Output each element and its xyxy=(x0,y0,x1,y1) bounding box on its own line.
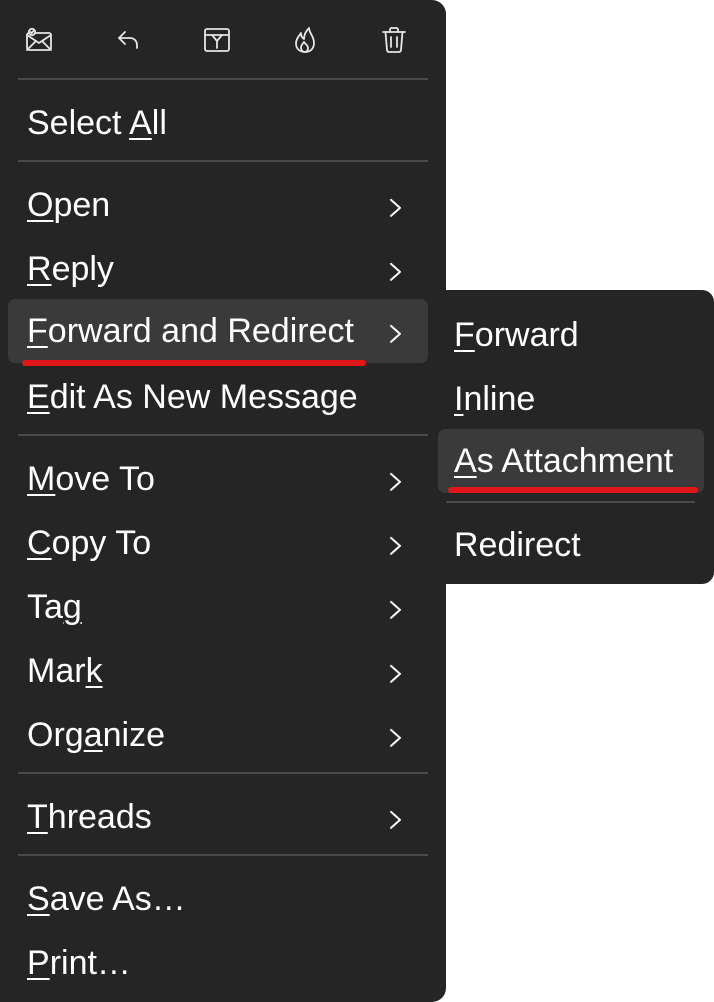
chevron-right-icon xyxy=(388,726,404,750)
submenu-item-forward[interactable]: Forward xyxy=(438,304,704,366)
menu-item-reply[interactable]: Reply xyxy=(8,239,428,299)
annotation-underline xyxy=(22,360,366,366)
archive-icon[interactable] xyxy=(199,22,235,58)
submenu-item-inline[interactable]: Inline xyxy=(438,368,704,430)
menu-item-edit-as-new-message[interactable]: Edit As New Message xyxy=(8,367,428,427)
menu-item-label: Reply xyxy=(27,249,114,288)
annotation-underline xyxy=(448,487,698,493)
menu-item-organize[interactable]: Organize xyxy=(8,705,428,765)
menu-item-copy-to[interactable]: Copy To xyxy=(8,513,428,573)
menu-separator xyxy=(18,160,428,162)
chevron-right-icon xyxy=(388,662,404,686)
menu-item-label: Forward and Redirect xyxy=(27,311,354,350)
menu-item-save-as[interactable]: Save As… xyxy=(8,869,428,929)
chevron-right-icon xyxy=(388,470,404,494)
menu-item-label: Mark xyxy=(27,651,103,690)
chevron-right-icon xyxy=(388,260,404,284)
chevron-right-icon xyxy=(388,598,404,622)
menu-item-label: Threads xyxy=(27,797,152,836)
menu-item-tag[interactable]: Tag xyxy=(8,577,428,637)
chevron-right-icon xyxy=(388,808,404,832)
menu-item-label: Print… xyxy=(27,943,131,982)
submenu-item-redirect[interactable]: Redirect xyxy=(438,514,704,576)
menu-item-label: Save As… xyxy=(27,879,186,918)
chevron-right-icon xyxy=(388,534,404,558)
menu-item-label: Open xyxy=(27,185,111,224)
menu-item-label: Organize xyxy=(27,715,165,754)
menu-separator xyxy=(18,772,428,774)
menu-item-label: Tag xyxy=(27,587,82,626)
menu-item-label: Move To xyxy=(27,459,155,498)
quick-action-toolbar xyxy=(0,0,446,80)
menu-separator xyxy=(18,854,428,856)
menu-item-label: Copy To xyxy=(27,523,152,562)
menu-item-open[interactable]: Open xyxy=(8,175,428,235)
junk-flame-icon[interactable] xyxy=(287,22,323,58)
menu-item-mark[interactable]: Mark xyxy=(8,641,428,701)
forward-submenu: Forward Inline As Attachment Redirect xyxy=(428,290,714,584)
chevron-right-icon xyxy=(388,322,404,346)
menu-item-move-to[interactable]: Move To xyxy=(8,449,428,509)
context-menu: Select All Open Reply Forward and Redire… xyxy=(0,0,446,1002)
chevron-right-icon xyxy=(388,196,404,220)
submenu-item-label: As Attachment xyxy=(454,441,674,480)
submenu-item-label: Forward xyxy=(454,315,579,354)
menu-item-threads[interactable]: Threads xyxy=(8,787,428,847)
menu-item-label: Edit As New Message xyxy=(27,377,358,416)
reply-icon[interactable] xyxy=(110,22,146,58)
menu-item-forward-and-redirect[interactable]: Forward and Redirect xyxy=(8,299,428,363)
menu-item-label: Select All xyxy=(27,103,167,142)
submenu-item-label: Redirect xyxy=(454,525,581,564)
menu-separator xyxy=(18,434,428,436)
menu-item-print[interactable]: Print… xyxy=(8,933,428,993)
submenu-separator xyxy=(446,501,695,503)
menu-separator xyxy=(18,78,428,80)
trash-icon[interactable] xyxy=(376,22,412,58)
submenu-item-as-attachment[interactable]: As Attachment xyxy=(438,429,704,493)
menu-item-select-all[interactable]: Select All xyxy=(8,93,428,153)
mail-read-icon[interactable] xyxy=(21,22,57,58)
submenu-item-label: Inline xyxy=(454,379,536,418)
